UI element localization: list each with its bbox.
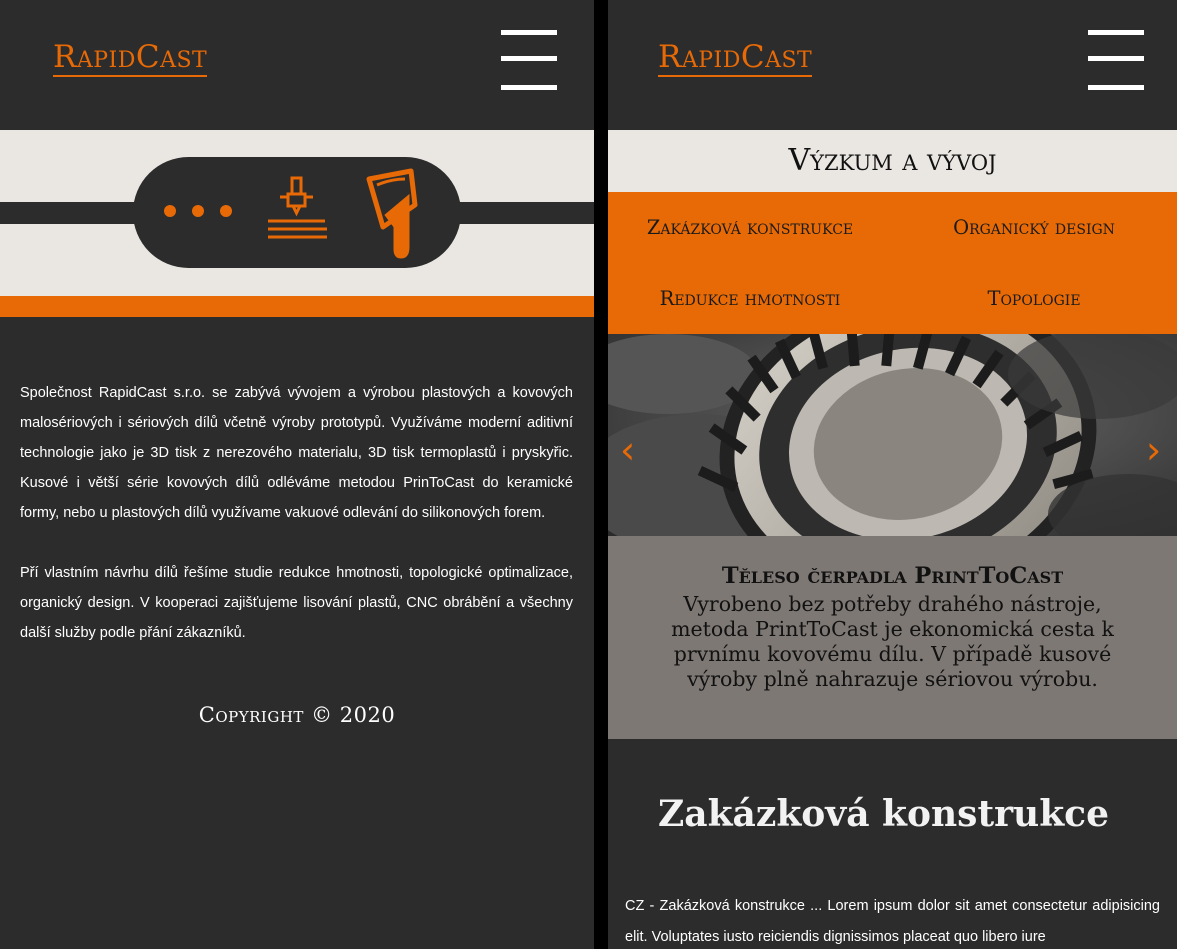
three-dots-icon — [164, 205, 232, 217]
menu-item-redukce-hmotnosti[interactable]: Redukce hmotnosti — [608, 287, 892, 311]
3d-printer-icon — [268, 176, 327, 239]
slider-prev-icon[interactable]: ‹ — [620, 431, 635, 469]
casting-ladle-icon — [366, 168, 418, 259]
accent-band — [0, 296, 594, 317]
slide-caption-title: Těleso čerpadla PrintToCast — [721, 563, 1064, 589]
slide-caption: Těleso čerpadla PrintToCast Vyrobeno bez… — [608, 536, 1177, 739]
menu-item-topologie[interactable]: Topologie — [892, 287, 1176, 311]
mobile-research-panel: RapidCast Výzkum a vývoj Zakázková konst… — [608, 0, 1177, 949]
mobile-home-panel: RapidCast Společnost RapidCast s.r.o. se… — [0, 0, 594, 949]
copyright-text: Copyright © 2020 — [198, 703, 396, 727]
logo-link[interactable]: RapidCast — [658, 40, 813, 77]
content-text: CZ - Zakázková konstrukce ... Lorem ipsu… — [625, 898, 1160, 945]
about-text: Společnost RapidCast s.r.o. se zabývá vý… — [20, 378, 573, 648]
logo-link[interactable]: RapidCast — [53, 40, 208, 77]
about-paragraph-2: Pří vlastním návrhu dílů řešíme studie r… — [20, 565, 573, 641]
hero-banner — [0, 130, 594, 296]
hero-icon-pill — [133, 157, 461, 268]
slide-image-gear-part — [608, 334, 1177, 536]
about-paragraph-1: Společnost RapidCast s.r.o. se zabývá vý… — [20, 385, 573, 521]
submenu-grid: Zakázková konstrukce Organický design Re… — [608, 192, 1177, 334]
menu-item-zakazkova-konstrukce[interactable]: Zakázková konstrukce — [608, 216, 892, 240]
section-title-bar: Výzkum a vývoj — [608, 130, 1177, 192]
content-heading: Zakázková konstrukce — [658, 793, 1109, 835]
page-title: Výzkum a vývoj — [788, 143, 997, 178]
slide-caption-text: Vyrobeno bez potřeby drahého nástroje, m… — [671, 592, 1114, 691]
slider-next-icon[interactable]: › — [1146, 431, 1161, 469]
hamburger-menu-icon[interactable] — [1088, 30, 1144, 92]
hamburger-menu-icon[interactable] — [501, 30, 557, 92]
image-slider[interactable]: ‹ › — [608, 334, 1177, 536]
menu-item-organicky-design[interactable]: Organický design — [892, 216, 1176, 240]
